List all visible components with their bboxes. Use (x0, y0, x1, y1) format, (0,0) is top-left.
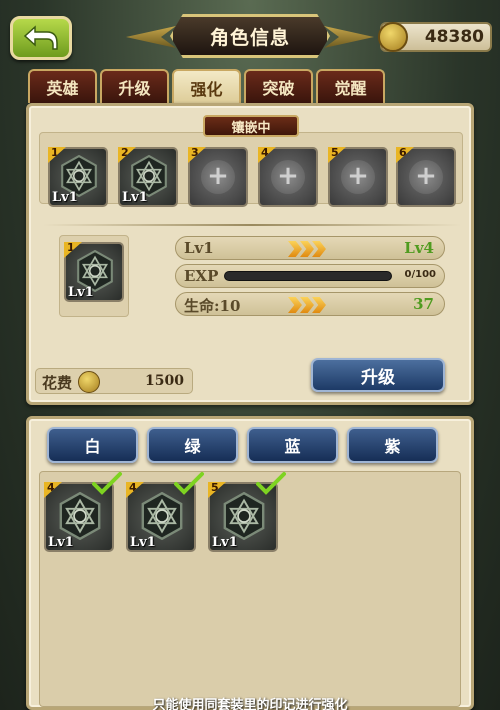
top-bar: 角色信息 48380 (0, 0, 500, 70)
exp-stat-bar: EXP 0/100 (175, 264, 445, 288)
exp-progress-bar (224, 271, 392, 281)
slot-number: 3 (188, 147, 206, 163)
inventory-item[interactable]: 4 Lv1 (126, 472, 204, 554)
exp-label: EXP (184, 267, 219, 285)
inventory-item[interactable]: 5 Lv1 (208, 472, 286, 554)
selected-emblem[interactable]: 1 Lv1 (64, 242, 124, 302)
plus-icon: + (341, 160, 375, 194)
inlay-slot-empty[interactable]: + 4 (258, 147, 318, 207)
slot-level: Lv1 (130, 535, 156, 550)
title-ornament-right (324, 26, 374, 48)
inlay-slot-empty[interactable]: + 5 (328, 147, 388, 207)
plus-icon: + (271, 160, 305, 194)
cost-value: 1500 (145, 373, 184, 389)
level-stat-bar: Lv1 Lv4 (175, 236, 445, 260)
checkmark-icon (92, 472, 122, 495)
checkmark-icon (174, 472, 204, 495)
plus-icon: + (201, 160, 235, 194)
inlay-slot[interactable]: 2 Lv1 (118, 147, 178, 207)
slot-number: 6 (396, 147, 414, 163)
hexagram-emblem-icon (138, 492, 186, 540)
filter-blue-button[interactable]: 蓝 (247, 427, 338, 463)
cost-display: 花费 1500 (35, 368, 193, 394)
hexagram-emblem-icon (220, 492, 268, 540)
inlay-slot-row: 1 Lv1 2 Lv1 + 3 + 4 + 5 + 6 (39, 132, 463, 207)
selected-emblem-frame: 1 Lv1 (59, 235, 129, 317)
inlay-slot-empty[interactable]: + 6 (396, 147, 456, 207)
gold-counter: 48380 (378, 22, 492, 52)
level-next: Lv4 (404, 239, 434, 257)
emblem-inventory: 4 Lv1 4 Lv1 5 Lv1 (39, 471, 461, 707)
tab-enhance[interactable]: 强化 (172, 69, 241, 105)
divider (43, 224, 461, 226)
tab-breakthrough[interactable]: 突破 (244, 69, 313, 103)
slot-number: 5 (328, 147, 346, 163)
hp-stat-bar: 生命:10 37 (175, 292, 445, 316)
inventory-panel: 白 绿 蓝 紫 4 Lv1 4 Lv1 5 Lv1 (26, 416, 474, 710)
inlay-status-label: 镶嵌中 (203, 115, 299, 137)
slot-level: Lv1 (68, 285, 94, 300)
gold-coin-icon (78, 371, 100, 393)
plus-icon: + (409, 160, 443, 194)
hp-current: 生命:10 (184, 297, 241, 315)
back-button[interactable] (10, 16, 72, 60)
cost-label: 花费 (42, 374, 73, 392)
upgrade-arrows-icon (288, 241, 326, 257)
slot-level: Lv1 (122, 190, 148, 205)
inlay-slot[interactable]: 1 Lv1 (48, 147, 108, 207)
gold-coin-icon (378, 22, 408, 52)
filter-green-button[interactable]: 绿 (147, 427, 238, 463)
checkmark-icon (256, 472, 286, 495)
slot-level: Lv1 (48, 535, 74, 550)
upgrade-button[interactable]: 升级 (311, 358, 445, 392)
rarity-filter-row: 白 绿 蓝 紫 (47, 427, 438, 463)
hint-text: 只能使用同套装里的印记进行强化 (152, 698, 348, 710)
filter-white-button[interactable]: 白 (47, 427, 138, 463)
slot-number: 4 (258, 147, 276, 163)
upgrade-arrows-icon (288, 297, 326, 313)
filter-purple-button[interactable]: 紫 (347, 427, 438, 463)
slot-level: Lv1 (52, 190, 78, 205)
tab-hero[interactable]: 英雄 (28, 69, 97, 103)
level-current: Lv1 (184, 239, 214, 257)
hexagram-emblem-icon (56, 492, 104, 540)
enhance-panel: 1 Lv1 2 Lv1 + 3 + 4 + 5 + 6 镶嵌中 1 Lv1 Lv… (26, 103, 474, 405)
hp-next: 37 (413, 295, 434, 313)
gold-amount: 48380 (424, 27, 484, 47)
page-title: 角色信息 (170, 14, 330, 58)
tab-bar: 英雄 升级 强化 突破 觉醒 (28, 69, 385, 105)
title-ornament-left (126, 26, 176, 48)
inlay-slot-empty[interactable]: + 3 (188, 147, 248, 207)
tab-level-up[interactable]: 升级 (100, 69, 169, 103)
exp-value: 0/100 (404, 269, 436, 280)
inventory-item[interactable]: 4 Lv1 (44, 472, 122, 554)
slot-level: Lv1 (212, 535, 238, 550)
back-arrow-icon (23, 25, 58, 50)
tab-awaken[interactable]: 觉醒 (316, 69, 385, 103)
